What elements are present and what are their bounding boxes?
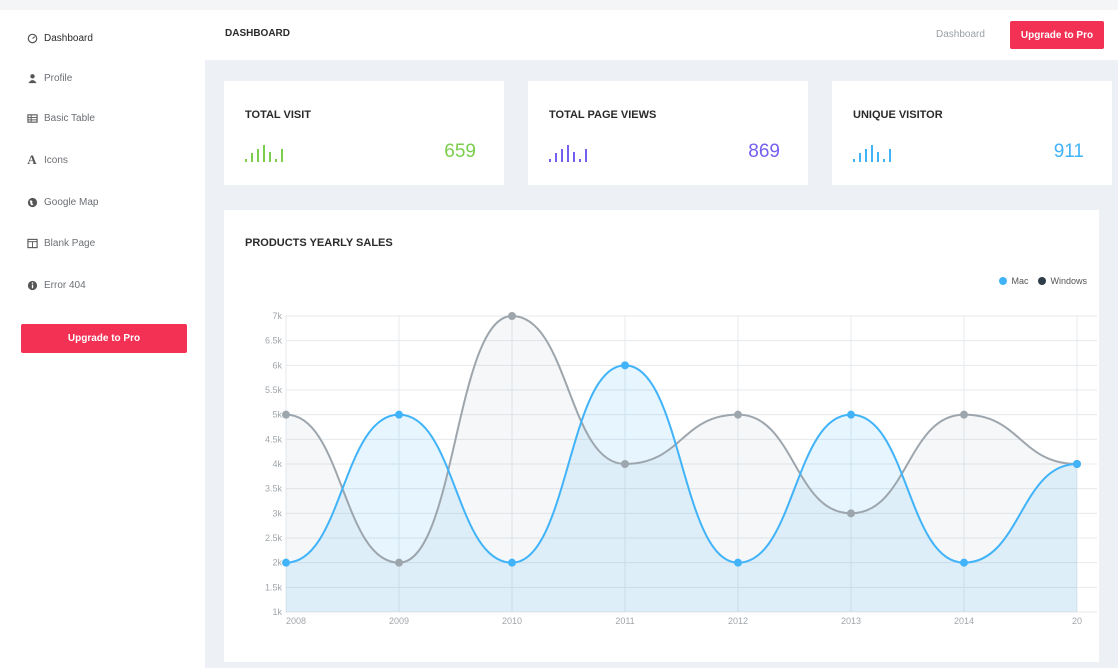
y-tick-label: 6.5k — [265, 336, 283, 346]
y-tick-label: 2.5k — [265, 533, 283, 543]
x-tick-label: 2009 — [389, 616, 409, 626]
sidebar-item-profile[interactable]: Profile — [24, 68, 72, 88]
y-tick-label: 7k — [272, 311, 282, 321]
top-strip — [0, 0, 1118, 10]
sales-chart: 1k 1.5k 2k 2.5k 3k 3.5k 4k 4.5k 5k 5.5k 6k 6.5k 7k 20… — [265, 311, 1097, 626]
user-icon — [24, 70, 40, 86]
stat-title: TOTAL PAGE VIEWS — [549, 109, 657, 121]
data-point-mac — [1073, 460, 1081, 468]
y-tick-label: 6k — [272, 360, 282, 370]
stat-value: 659 — [444, 141, 476, 162]
data-point-mac — [734, 558, 742, 567]
table-icon — [24, 110, 40, 126]
sidebar-item-basic-table[interactable]: Basic Table — [24, 108, 95, 128]
data-point-mac — [960, 558, 968, 567]
sidebar-item-icons[interactable]: A Icons — [24, 150, 68, 170]
x-tick-label: 20 — [1072, 616, 1082, 626]
dashboard-icon — [24, 30, 40, 46]
data-point-mac — [508, 558, 516, 567]
y-tick-label: 1.5k — [265, 582, 283, 592]
stat-card-total-page-views: TOTAL PAGE VIEWS 869 — [528, 81, 808, 185]
y-tick-label: 5k — [272, 410, 282, 420]
data-point-windows — [621, 460, 629, 468]
data-point-windows — [508, 312, 516, 320]
info-icon — [24, 277, 40, 293]
upgrade-button[interactable]: Upgrade to Pro — [1010, 21, 1104, 49]
sidebar-upgrade-button[interactable]: Upgrade to Pro — [21, 324, 187, 353]
data-point-mac — [847, 410, 855, 419]
sidebar-item-error-404[interactable]: Error 404 — [24, 275, 86, 295]
globe-icon — [24, 194, 40, 210]
stat-title: UNIQUE VISITOR — [853, 109, 943, 121]
x-tick-label: 2013 — [841, 616, 861, 626]
page-title: DASHBOARD — [225, 28, 290, 39]
sidebar-item-label: Dashboard — [44, 32, 93, 44]
font-icon: A — [27, 152, 37, 167]
sidebar-item-label: Blank Page — [44, 237, 96, 249]
main-content: DASHBOARD Dashboard Upgrade to Pro TOTAL… — [205, 10, 1118, 668]
data-point-windows — [960, 410, 968, 419]
sidebar-item-blank-page[interactable]: Blank Page — [24, 233, 95, 253]
sparkline-bars-icon — [245, 145, 283, 162]
data-point-windows — [734, 410, 742, 419]
data-point-mac — [282, 558, 290, 567]
y-tick-label: 4k — [272, 459, 282, 469]
sidebar-item-label: Icons — [44, 154, 68, 166]
sidebar-item-label: Google Map — [44, 196, 99, 208]
data-point-windows — [847, 509, 855, 518]
sidebar-item-label: Error 404 — [44, 279, 86, 291]
stat-card-total-visit: TOTAL VISIT 659 — [224, 81, 504, 185]
x-tick-label: 2011 — [615, 616, 634, 626]
sidebar-item-label: Profile — [44, 72, 73, 84]
sparkline-bars-icon — [549, 145, 587, 162]
y-tick-label: 3k — [272, 508, 282, 518]
y-tick-label: 2k — [272, 558, 282, 568]
data-point-windows — [395, 558, 403, 567]
y-tick-label: 1k — [272, 607, 282, 617]
x-tick-label: 2008 — [286, 616, 306, 626]
stat-value: 869 — [748, 141, 780, 162]
y-tick-label: 4.5k — [265, 434, 283, 444]
sidebar-item-google-map[interactable]: Google Map — [24, 192, 98, 212]
breadcrumb[interactable]: Dashboard — [936, 29, 985, 40]
stat-card-unique-visitor: UNIQUE VISITOR 911 — [832, 81, 1112, 185]
stat-value: 911 — [1053, 141, 1084, 162]
columns-icon — [24, 235, 40, 251]
x-tick-label: 2012 — [728, 616, 748, 626]
data-point-mac — [621, 361, 629, 370]
x-tick-label: 2010 — [502, 616, 522, 626]
sidebar: Dashboard Profile Basic Table A Icons Go… — [0, 10, 205, 668]
top-bar: DASHBOARD Dashboard Upgrade to Pro — [205, 10, 1118, 60]
stat-title: TOTAL VISIT — [245, 109, 312, 121]
data-point-mac — [395, 410, 403, 419]
y-tick-label: 5.5k — [265, 385, 283, 395]
sparkline-bars-icon — [853, 145, 891, 162]
sidebar-item-dashboard[interactable]: Dashboard — [24, 28, 93, 48]
x-tick-label: 2014 — [954, 616, 974, 626]
sidebar-item-label: Basic Table — [44, 112, 95, 124]
sales-chart-card: PRODUCTS YEARLY SALES Mac Windows 1k 1.5k… — [224, 210, 1099, 662]
data-point-windows — [282, 410, 290, 419]
y-tick-label: 3.5k — [265, 484, 283, 494]
